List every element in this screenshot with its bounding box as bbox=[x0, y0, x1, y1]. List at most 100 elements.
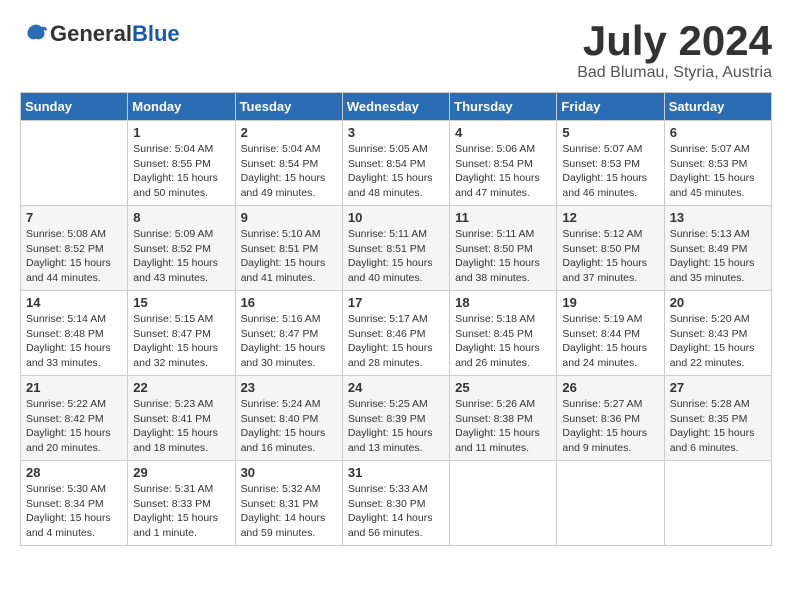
calendar-cell: 14 Sunrise: 5:14 AM Sunset: 8:48 PM Dayli… bbox=[21, 291, 128, 376]
calendar-body: 1 Sunrise: 5:04 AM Sunset: 8:55 PM Daylig… bbox=[21, 121, 772, 546]
day-info: Sunrise: 5:09 AM Sunset: 8:52 PM Dayligh… bbox=[133, 227, 229, 286]
day-number: 19 bbox=[562, 295, 658, 310]
calendar-header-saturday: Saturday bbox=[664, 93, 771, 121]
day-number: 1 bbox=[133, 125, 229, 140]
calendar-cell: 7 Sunrise: 5:08 AM Sunset: 8:52 PM Daylig… bbox=[21, 206, 128, 291]
day-info: Sunrise: 5:22 AM Sunset: 8:42 PM Dayligh… bbox=[26, 397, 122, 456]
day-info: Sunrise: 5:12 AM Sunset: 8:50 PM Dayligh… bbox=[562, 227, 658, 286]
calendar-cell: 23 Sunrise: 5:24 AM Sunset: 8:40 PM Dayli… bbox=[235, 376, 342, 461]
logo-blue-text: Blue bbox=[132, 21, 180, 46]
day-number: 2 bbox=[241, 125, 337, 140]
day-number: 6 bbox=[670, 125, 766, 140]
day-number: 16 bbox=[241, 295, 337, 310]
page-header: GeneralBlue July 2024 Bad Blumau, Styria… bbox=[20, 20, 772, 82]
day-number: 5 bbox=[562, 125, 658, 140]
day-number: 13 bbox=[670, 210, 766, 225]
calendar-cell: 29Sunrise: 5:31 AM Sunset: 8:33 PM Dayli… bbox=[128, 461, 235, 546]
day-number: 28 bbox=[26, 465, 122, 480]
day-number: 3 bbox=[348, 125, 444, 140]
calendar-cell: 28 Sunrise: 5:30 AM Sunset: 8:34 PM Dayli… bbox=[21, 461, 128, 546]
day-info: Sunrise: 5:27 AM Sunset: 8:36 PM Dayligh… bbox=[562, 397, 658, 456]
calendar-cell: 5Sunrise: 5:07 AM Sunset: 8:53 PM Daylig… bbox=[557, 121, 664, 206]
calendar-cell: 24Sunrise: 5:25 AM Sunset: 8:39 PM Dayli… bbox=[342, 376, 449, 461]
day-info: Sunrise: 5:11 AM Sunset: 8:50 PM Dayligh… bbox=[455, 227, 551, 286]
day-info: Sunrise: 5:20 AM Sunset: 8:43 PM Dayligh… bbox=[670, 312, 766, 371]
day-number: 18 bbox=[455, 295, 551, 310]
day-info: Sunrise: 5:16 AM Sunset: 8:47 PM Dayligh… bbox=[241, 312, 337, 371]
calendar-cell: 17Sunrise: 5:17 AM Sunset: 8:46 PM Dayli… bbox=[342, 291, 449, 376]
calendar-week-row: 1 Sunrise: 5:04 AM Sunset: 8:55 PM Daylig… bbox=[21, 121, 772, 206]
day-number: 22 bbox=[133, 380, 229, 395]
day-info: Sunrise: 5:18 AM Sunset: 8:45 PM Dayligh… bbox=[455, 312, 551, 371]
day-info: Sunrise: 5:14 AM Sunset: 8:48 PM Dayligh… bbox=[26, 312, 122, 371]
day-info: Sunrise: 5:25 AM Sunset: 8:39 PM Dayligh… bbox=[348, 397, 444, 456]
day-number: 10 bbox=[348, 210, 444, 225]
day-info: Sunrise: 5:28 AM Sunset: 8:35 PM Dayligh… bbox=[670, 397, 766, 456]
calendar-cell: 9Sunrise: 5:10 AM Sunset: 8:51 PM Daylig… bbox=[235, 206, 342, 291]
day-number: 27 bbox=[670, 380, 766, 395]
day-info: Sunrise: 5:15 AM Sunset: 8:47 PM Dayligh… bbox=[133, 312, 229, 371]
day-number: 9 bbox=[241, 210, 337, 225]
calendar-week-row: 28 Sunrise: 5:30 AM Sunset: 8:34 PM Dayli… bbox=[21, 461, 772, 546]
day-info: Sunrise: 5:05 AM Sunset: 8:54 PM Dayligh… bbox=[348, 142, 444, 201]
day-number: 30 bbox=[241, 465, 337, 480]
calendar-cell: 25 Sunrise: 5:26 AM Sunset: 8:38 PM Dayli… bbox=[450, 376, 557, 461]
calendar-cell: 3 Sunrise: 5:05 AM Sunset: 8:54 PM Daylig… bbox=[342, 121, 449, 206]
month-title: July 2024 bbox=[577, 20, 772, 62]
calendar-cell: 16 Sunrise: 5:16 AM Sunset: 8:47 PM Dayli… bbox=[235, 291, 342, 376]
day-number: 21 bbox=[26, 380, 122, 395]
day-number: 29 bbox=[133, 465, 229, 480]
day-info: Sunrise: 5:24 AM Sunset: 8:40 PM Dayligh… bbox=[241, 397, 337, 456]
logo-bird-icon bbox=[22, 20, 50, 48]
calendar-cell: 2 Sunrise: 5:04 AM Sunset: 8:54 PM Daylig… bbox=[235, 121, 342, 206]
logo: GeneralBlue bbox=[20, 20, 180, 48]
day-number: 4 bbox=[455, 125, 551, 140]
day-number: 8 bbox=[133, 210, 229, 225]
day-info: Sunrise: 5:33 AM Sunset: 8:30 PM Dayligh… bbox=[348, 482, 444, 541]
calendar-header-friday: Friday bbox=[557, 93, 664, 121]
calendar-cell: 27 Sunrise: 5:28 AM Sunset: 8:35 PM Dayli… bbox=[664, 376, 771, 461]
calendar-week-row: 21 Sunrise: 5:22 AM Sunset: 8:42 PM Dayli… bbox=[21, 376, 772, 461]
day-number: 7 bbox=[26, 210, 122, 225]
day-number: 12 bbox=[562, 210, 658, 225]
day-info: Sunrise: 5:30 AM Sunset: 8:34 PM Dayligh… bbox=[26, 482, 122, 541]
day-number: 26 bbox=[562, 380, 658, 395]
calendar-week-row: 14 Sunrise: 5:14 AM Sunset: 8:48 PM Dayli… bbox=[21, 291, 772, 376]
calendar-cell: 19Sunrise: 5:19 AM Sunset: 8:44 PM Dayli… bbox=[557, 291, 664, 376]
calendar-cell: 12 Sunrise: 5:12 AM Sunset: 8:50 PM Dayli… bbox=[557, 206, 664, 291]
calendar-cell: 20Sunrise: 5:20 AM Sunset: 8:43 PM Dayli… bbox=[664, 291, 771, 376]
calendar-week-row: 7 Sunrise: 5:08 AM Sunset: 8:52 PM Daylig… bbox=[21, 206, 772, 291]
day-number: 23 bbox=[241, 380, 337, 395]
calendar-cell: 1 Sunrise: 5:04 AM Sunset: 8:55 PM Daylig… bbox=[128, 121, 235, 206]
day-info: Sunrise: 5:08 AM Sunset: 8:52 PM Dayligh… bbox=[26, 227, 122, 286]
day-info: Sunrise: 5:13 AM Sunset: 8:49 PM Dayligh… bbox=[670, 227, 766, 286]
calendar-cell: 11 Sunrise: 5:11 AM Sunset: 8:50 PM Dayli… bbox=[450, 206, 557, 291]
calendar-cell: 30 Sunrise: 5:32 AM Sunset: 8:31 PM Dayli… bbox=[235, 461, 342, 546]
calendar-header-wednesday: Wednesday bbox=[342, 93, 449, 121]
calendar-cell: 21 Sunrise: 5:22 AM Sunset: 8:42 PM Dayli… bbox=[21, 376, 128, 461]
day-info: Sunrise: 5:07 AM Sunset: 8:53 PM Dayligh… bbox=[670, 142, 766, 201]
day-info: Sunrise: 5:32 AM Sunset: 8:31 PM Dayligh… bbox=[241, 482, 337, 541]
day-info: Sunrise: 5:23 AM Sunset: 8:41 PM Dayligh… bbox=[133, 397, 229, 456]
day-number: 11 bbox=[455, 210, 551, 225]
calendar-header-thursday: Thursday bbox=[450, 93, 557, 121]
day-number: 25 bbox=[455, 380, 551, 395]
calendar-cell: 13 Sunrise: 5:13 AM Sunset: 8:49 PM Dayli… bbox=[664, 206, 771, 291]
day-info: Sunrise: 5:04 AM Sunset: 8:55 PM Dayligh… bbox=[133, 142, 229, 201]
calendar-table: SundayMondayTuesdayWednesdayThursdayFrid… bbox=[20, 92, 772, 546]
day-number: 14 bbox=[26, 295, 122, 310]
day-info: Sunrise: 5:26 AM Sunset: 8:38 PM Dayligh… bbox=[455, 397, 551, 456]
calendar-cell: 6 Sunrise: 5:07 AM Sunset: 8:53 PM Daylig… bbox=[664, 121, 771, 206]
calendar-cell: 8 Sunrise: 5:09 AM Sunset: 8:52 PM Daylig… bbox=[128, 206, 235, 291]
calendar-cell: 18 Sunrise: 5:18 AM Sunset: 8:45 PM Dayli… bbox=[450, 291, 557, 376]
day-info: Sunrise: 5:06 AM Sunset: 8:54 PM Dayligh… bbox=[455, 142, 551, 201]
day-info: Sunrise: 5:04 AM Sunset: 8:54 PM Dayligh… bbox=[241, 142, 337, 201]
calendar-header-sunday: Sunday bbox=[21, 93, 128, 121]
calendar-cell bbox=[450, 461, 557, 546]
title-block: July 2024 Bad Blumau, Styria, Austria bbox=[577, 20, 772, 82]
calendar-cell: 4 Sunrise: 5:06 AM Sunset: 8:54 PM Daylig… bbox=[450, 121, 557, 206]
day-number: 31 bbox=[348, 465, 444, 480]
calendar-cell: 22 Sunrise: 5:23 AM Sunset: 8:41 PM Dayli… bbox=[128, 376, 235, 461]
calendar-header-tuesday: Tuesday bbox=[235, 93, 342, 121]
calendar-cell: 31 Sunrise: 5:33 AM Sunset: 8:30 PM Dayli… bbox=[342, 461, 449, 546]
